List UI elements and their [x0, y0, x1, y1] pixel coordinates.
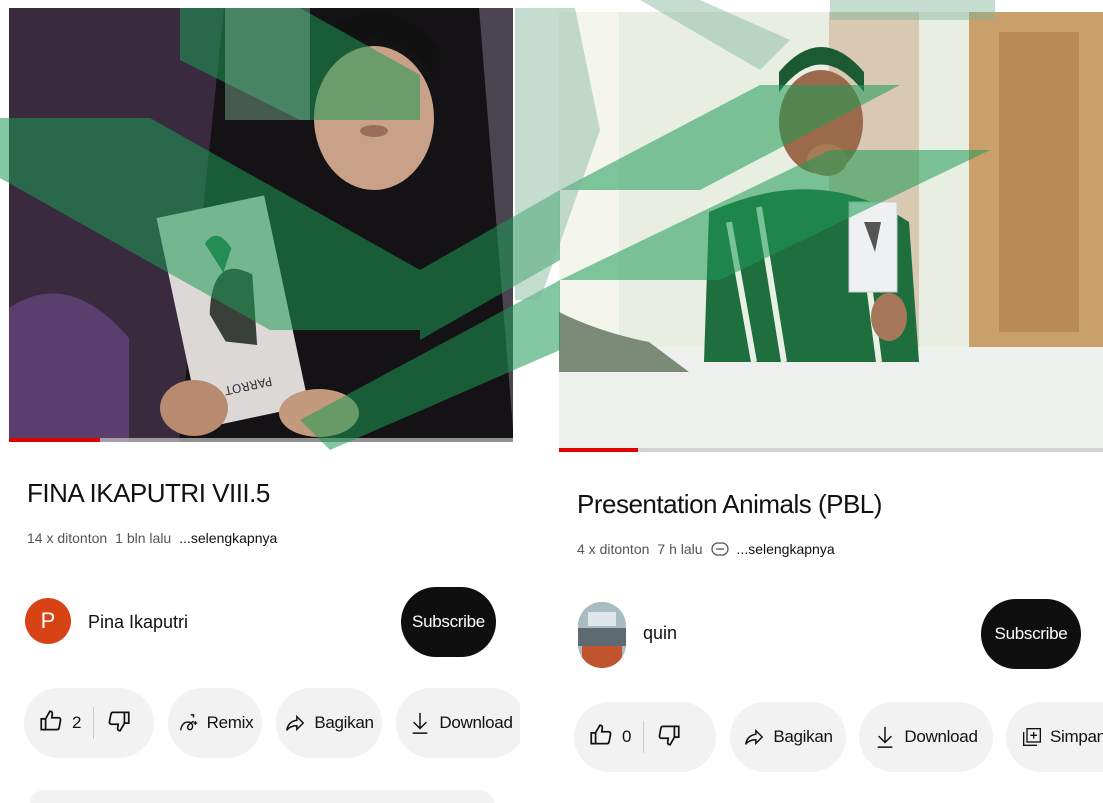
save-icon — [1023, 728, 1041, 746]
dislike-icon[interactable] — [656, 722, 682, 753]
share-button[interactable]: Bagikan — [730, 702, 846, 772]
progress-bar[interactable] — [9, 438, 513, 442]
link-icon[interactable] — [710, 542, 729, 556]
view-count: 4 x ditonton — [577, 541, 650, 557]
video-frame-image — [559, 12, 1103, 452]
like-count: 0 — [622, 727, 632, 746]
share-label: Bagikan — [773, 727, 833, 746]
subscribe-button[interactable]: Subscribe — [401, 587, 496, 657]
show-more-link[interactable]: ...selengkapnya — [179, 530, 277, 546]
divider — [643, 721, 645, 753]
progress-bar[interactable] — [559, 448, 1103, 452]
video-frame-image: PARROT — [9, 8, 513, 442]
like-icon[interactable] — [38, 708, 64, 739]
avatar-image — [578, 602, 626, 668]
video-player[interactable] — [559, 12, 1103, 452]
share-icon — [286, 714, 305, 732]
save-label: Simpan — [1050, 727, 1103, 746]
like-dislike-group: 0 — [574, 702, 716, 772]
divider — [93, 707, 95, 739]
video-title: FINA IKAPUTRI VIII.5 — [27, 478, 270, 508]
comments-preview[interactable] — [30, 790, 494, 803]
share-label: Bagikan — [314, 713, 374, 732]
show-more-link[interactable]: ...selengkapnya — [737, 541, 835, 557]
view-count: 14 x ditonton — [27, 530, 108, 546]
like-dislike-group: 2 — [24, 688, 154, 758]
download-icon — [413, 712, 428, 734]
download-label: Download — [439, 713, 513, 732]
upload-age: 7 h lalu — [657, 541, 703, 557]
share-button[interactable]: Bagikan — [276, 688, 382, 758]
download-icon — [878, 726, 893, 748]
video-panel-right: Presentation Animals (PBL) 4 x ditonton … — [556, 0, 1103, 803]
like-icon[interactable] — [588, 722, 614, 753]
progress-fill — [559, 448, 638, 452]
download-button[interactable]: Download — [859, 702, 993, 772]
remix-label: Remix — [206, 713, 254, 732]
channel-name[interactable]: Pina Ikaputri — [88, 612, 188, 633]
upload-age: 1 bln lalu — [115, 530, 172, 546]
video-meta: 14 x ditonton 1 bln lalu ...selengkapnya — [27, 530, 277, 546]
save-button[interactable]: Simpan — [1006, 702, 1103, 772]
avatar[interactable]: P — [25, 598, 71, 644]
remix-button[interactable]: Remix — [168, 688, 262, 758]
video-title: Presentation Animals (PBL) — [577, 489, 882, 519]
like-count: 2 — [72, 713, 82, 732]
channel-name[interactable]: quin — [643, 623, 677, 644]
avatar-letter: P — [40, 608, 56, 633]
share-icon — [745, 728, 764, 746]
dislike-icon[interactable] — [106, 708, 132, 739]
video-meta: 4 x ditonton 7 h lalu ...selengkapnya — [577, 541, 835, 557]
download-button[interactable]: Download — [396, 688, 520, 758]
download-label: Download — [904, 727, 978, 746]
progress-fill — [9, 438, 100, 442]
video-panel-left: PARROT FINA IKAPUTRI VIII.5 14 x ditonto… — [0, 0, 520, 803]
subscribe-button[interactable]: Subscribe — [981, 599, 1081, 669]
video-player[interactable]: PARROT — [9, 8, 513, 442]
avatar[interactable] — [578, 602, 626, 668]
remix-icon — [179, 714, 197, 731]
